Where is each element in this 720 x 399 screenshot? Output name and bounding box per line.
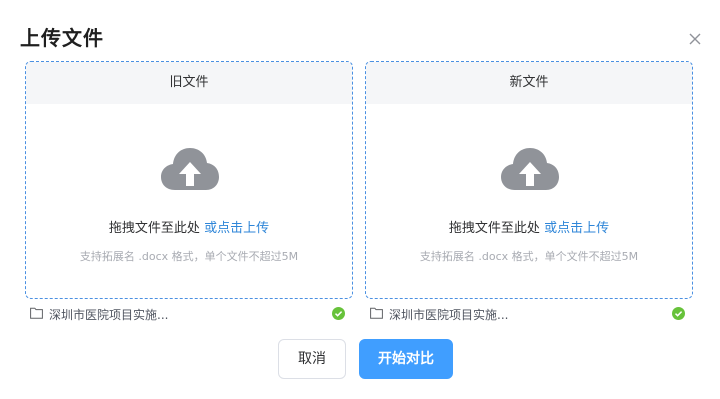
file-format-tip: 支持拓展名 .docx 格式，单个文件不超过5M (419, 250, 639, 263)
folder-icon (30, 307, 43, 319)
drag-hint: 拖拽文件至此处 或点击上传 (366, 217, 692, 236)
upload-cloud-icon (501, 146, 559, 192)
file-format-tip: 支持拓展名 .docx 格式，单个文件不超过5M (79, 250, 299, 263)
old-file-item[interactable]: 深圳市医院项目实施... (28, 305, 354, 323)
new-file-dropzone[interactable]: 新文件 拖拽文件至此处 或点击上传 支持拓展名 .docx 格式，单个文件不超过… (365, 61, 693, 299)
new-file-item[interactable]: 深圳市医院项目实施... (368, 305, 694, 323)
old-file-header: 旧文件 (26, 62, 352, 104)
new-file-name: 深圳市医院项目实施... (389, 308, 509, 322)
drag-text: 拖拽文件至此处 (448, 221, 545, 236)
click-upload-link[interactable]: 或点击上传 (204, 221, 269, 236)
new-file-header: 新文件 (366, 62, 692, 104)
drag-hint: 拖拽文件至此处 或点击上传 (26, 217, 352, 236)
start-compare-button[interactable]: 开始对比 (359, 339, 453, 379)
folder-icon (370, 307, 383, 319)
click-upload-link[interactable]: 或点击上传 (544, 221, 609, 236)
success-check-icon (672, 307, 685, 320)
old-file-dropzone[interactable]: 旧文件 拖拽文件至此处 或点击上传 支持拓展名 .docx 格式，单个文件不超过… (25, 61, 353, 299)
cancel-button[interactable]: 取消 (278, 339, 346, 379)
upload-dialog: 上传文件 旧文件 拖拽文件至此处 或点击上传 支持拓展名 .docx 格式，单个… (0, 0, 720, 399)
dialog-title: 上传文件 (20, 26, 104, 50)
upload-cloud-icon (161, 146, 219, 192)
drag-text: 拖拽文件至此处 (108, 221, 205, 236)
old-file-name: 深圳市医院项目实施... (49, 308, 169, 322)
success-check-icon (332, 307, 345, 320)
close-icon[interactable] (686, 30, 704, 48)
